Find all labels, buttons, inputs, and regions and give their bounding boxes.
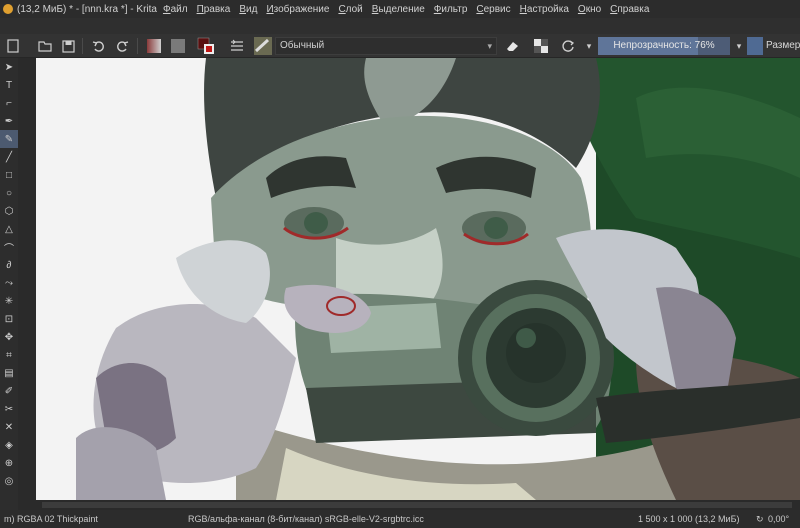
menu-edit[interactable]: Правка <box>197 4 231 15</box>
bezier-tool-icon[interactable]: ⌒ <box>0 238 18 256</box>
alpha-lock-icon[interactable] <box>532 37 550 55</box>
fill-tool-icon[interactable]: ◈ <box>0 436 18 454</box>
menu-image[interactable]: Изображение <box>266 4 329 15</box>
color-swatch-icon[interactable] <box>197 37 215 55</box>
rectangle-tool-icon[interactable]: □ <box>0 166 18 184</box>
calligraphy-tool-icon[interactable]: ✒ <box>0 112 18 130</box>
chevron-down-icon[interactable]: ▾ <box>580 37 598 55</box>
menu-file[interactable]: Файл <box>163 4 188 15</box>
menu-tools[interactable]: Сервис <box>476 4 510 15</box>
window-title: (13,2 МиБ) * - [nnn.kra *] - Krita <box>17 3 157 15</box>
status-bar: m) RGBA 02 Thickpaint RGB/альфа-канал (8… <box>0 510 800 528</box>
chevron-down-icon[interactable]: ▾ <box>730 37 748 55</box>
polygon-tool-icon[interactable]: ⬡ <box>0 202 18 220</box>
toolbar-separator <box>137 38 138 54</box>
horizontal-scrollbar[interactable] <box>36 500 800 510</box>
measure-tool-icon[interactable]: ⊕ <box>0 454 18 472</box>
gradient-icon[interactable] <box>145 37 163 55</box>
menu-view[interactable]: Вид <box>239 4 257 15</box>
select-shapes-tool-icon[interactable]: ➤ <box>0 58 18 76</box>
new-document-icon[interactable] <box>4 37 22 55</box>
status-color-model: RGB/альфа-канал (8-бит/канал) sRGB-elle-… <box>188 514 424 524</box>
eraser-icon[interactable] <box>503 37 521 55</box>
opacity-slider-label: Непрозрачность: 76% <box>613 40 715 51</box>
open-folder-icon[interactable] <box>36 37 54 55</box>
size-slider-handle[interactable] <box>747 37 763 55</box>
menu-help[interactable]: Справка <box>610 4 649 15</box>
menu-layer[interactable]: Слой <box>338 4 362 15</box>
painting-canvas-image[interactable] <box>36 58 800 500</box>
scrollbar-thumb[interactable] <box>42 502 792 508</box>
pattern-icon[interactable] <box>169 37 187 55</box>
menu-select[interactable]: Выделение <box>372 4 425 15</box>
reference-tool-icon[interactable]: ◎ <box>0 472 18 490</box>
undo-icon[interactable] <box>89 37 107 55</box>
brush-preset-icon[interactable] <box>254 37 272 55</box>
assistant-tool-icon[interactable]: ✕ <box>0 418 18 436</box>
toolbar-separator <box>82 38 83 54</box>
save-icon[interactable] <box>59 37 77 55</box>
main-toolbar: Обычный ▾ ▾ Непрозрачность: 76% ▾ Размер <box>0 34 800 58</box>
reload-preset-icon[interactable] <box>559 37 577 55</box>
multibrush-tool-icon[interactable]: ✳ <box>0 292 18 310</box>
canvas[interactable] <box>36 58 800 500</box>
size-slider-label: Размер <box>766 40 800 51</box>
blend-mode-select[interactable]: Обычный ▾ <box>275 37 497 55</box>
crop-transform-tool-icon[interactable]: ⊡ <box>0 310 18 328</box>
move-tool-icon[interactable]: ✥ <box>0 328 18 346</box>
menu-settings[interactable]: Настройка <box>520 4 569 15</box>
dynamic-brush-tool-icon[interactable]: ⤳ <box>0 274 18 292</box>
crop-tool-icon[interactable]: ⌗ <box>0 346 18 364</box>
status-brush-preset: m) RGBA 02 Thickpaint <box>4 514 98 524</box>
menu-toolbar-divider <box>0 18 800 34</box>
polyline-tool-icon[interactable]: △ <box>0 220 18 238</box>
status-rotation: 0,00° <box>768 514 790 524</box>
redo-icon[interactable] <box>113 37 131 55</box>
chevron-down-icon: ▾ <box>487 41 492 51</box>
toolbox-edge <box>18 58 36 510</box>
line-tool-icon[interactable]: ╱ <box>0 148 18 166</box>
opacity-slider[interactable]: Непрозрачность: 76% <box>598 37 730 55</box>
gradient-tool-icon[interactable]: ▤ <box>0 364 18 382</box>
menu-filter[interactable]: Фильтр <box>434 4 468 15</box>
freehand-brush-tool-icon[interactable]: ✎ <box>0 130 18 148</box>
freehand-path-tool-icon[interactable]: ∂ <box>0 256 18 274</box>
toolbox: ➤ T ⌐ ✒ ✎ ╱ □ ○ ⬡ △ ⌒ ∂ ⤳ ✳ ⊡ ✥ ⌗ ▤ ✐ ✂ … <box>0 58 18 510</box>
status-image-size: 1 500 х 1 000 (13,2 МиБ) <box>638 514 740 524</box>
rotation-icon[interactable]: ↻ <box>756 514 764 525</box>
krita-logo-icon <box>3 4 13 14</box>
ellipse-tool-icon[interactable]: ○ <box>0 184 18 202</box>
color-picker-tool-icon[interactable]: ✐ <box>0 382 18 400</box>
title-bar: (13,2 МиБ) * - [nnn.kra *] - Krita Файл … <box>0 0 800 34</box>
brush-settings-icon[interactable] <box>228 37 246 55</box>
blend-mode-value: Обычный <box>280 40 325 51</box>
smart-patch-tool-icon[interactable]: ✂ <box>0 400 18 418</box>
menu-window[interactable]: Окно <box>578 4 601 15</box>
edit-shapes-tool-icon[interactable]: ⌐ <box>0 94 18 112</box>
text-tool-icon[interactable]: T <box>0 76 18 94</box>
menu-bar: (13,2 МиБ) * - [nnn.kra *] - Krita Файл … <box>0 0 800 18</box>
